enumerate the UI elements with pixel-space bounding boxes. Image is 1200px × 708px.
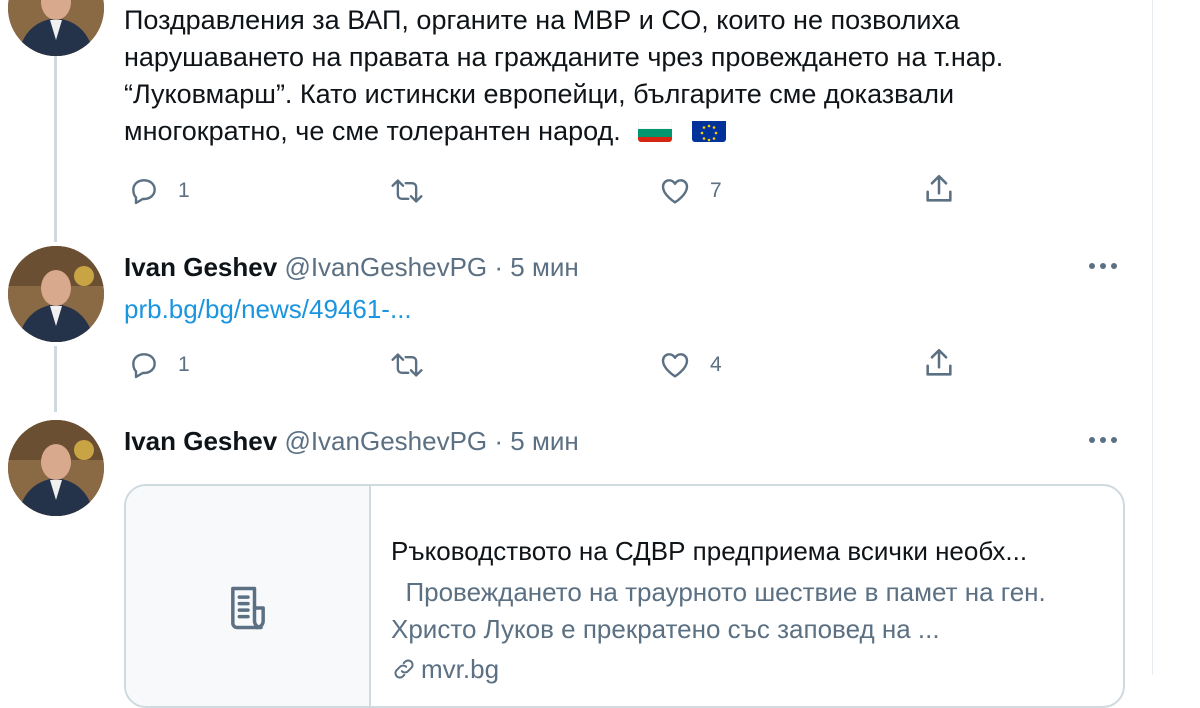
- card-thumbnail: [126, 486, 371, 706]
- reply-count: 1: [178, 179, 190, 202]
- tweet-text-line: “Луковмарш”. Като истински европейци, бъ…: [124, 79, 955, 109]
- share-icon: [926, 174, 952, 202]
- eu-flag-icon: [691, 118, 726, 142]
- card-title: Ръководството на СДВР предприема всички …: [391, 536, 1028, 566]
- avatar[interactable]: [8, 0, 104, 56]
- author-name[interactable]: Ivan Geshev: [124, 252, 277, 282]
- author-handle[interactable]: @IvanGeshevPG: [284, 426, 487, 456]
- reply-button[interactable]: 1: [128, 348, 190, 382]
- more-icon: [1089, 437, 1117, 443]
- author-name[interactable]: Ivan Geshev: [124, 426, 277, 456]
- like-count: 7: [710, 179, 722, 202]
- timeline-border: [1152, 0, 1153, 675]
- article-icon: [231, 586, 265, 630]
- tweet-text-line: нарушаването на правата на гражданите чр…: [124, 42, 1004, 72]
- tweet-time[interactable]: 5 мин: [510, 252, 578, 282]
- tweet-link[interactable]: prb.bg/bg/news/49461-...: [124, 292, 412, 326]
- link-icon: [394, 659, 414, 679]
- more-button[interactable]: [1086, 256, 1122, 276]
- card-description: Провеждането на траурното шествие в паме…: [391, 577, 1053, 644]
- tweet-text: Поздравления за ВАП, органите на МВР и С…: [124, 2, 1124, 150]
- retweet-icon: [391, 179, 423, 203]
- separator-dot: ·: [494, 426, 504, 456]
- reply-icon: [132, 179, 156, 205]
- retweet-icon: [391, 353, 423, 377]
- bulgarian-flag-icon: [638, 118, 673, 142]
- avatar[interactable]: [8, 246, 104, 342]
- like-icon: [661, 353, 689, 378]
- share-button[interactable]: [922, 172, 956, 206]
- thread-line: [54, 54, 57, 242]
- like-button[interactable]: 4: [658, 348, 722, 382]
- retweet-button[interactable]: [390, 174, 424, 208]
- like-count: 4: [710, 353, 722, 376]
- link-card[interactable]: Ръководството на СДВР предприема всички …: [124, 484, 1125, 708]
- reply-button[interactable]: 1: [128, 174, 190, 208]
- share-button[interactable]: [922, 346, 956, 380]
- tweet-header: Ivan Geshev @IvanGeshevPG · 5 мин: [124, 424, 579, 458]
- share-icon: [926, 348, 952, 376]
- avatar[interactable]: [8, 420, 104, 516]
- more-icon: [1089, 263, 1117, 269]
- tweet-time[interactable]: 5 мин: [510, 426, 578, 456]
- tweet-text-line: Поздравления за ВАП, органите на МВР и С…: [124, 5, 960, 35]
- card-domain: mvr.bg: [421, 654, 500, 684]
- thread-line: [54, 346, 57, 412]
- retweet-button[interactable]: [390, 348, 424, 382]
- card-domain-row: mvr.bg: [391, 652, 499, 686]
- author-handle[interactable]: @IvanGeshevPG: [284, 252, 487, 282]
- reply-icon: [132, 353, 156, 379]
- separator-dot: ·: [494, 252, 504, 282]
- tweet-text-line: многократно, че сме толерантен народ.: [124, 116, 621, 146]
- tweet-text-line-with-emoji: многократно, че сме толерантен народ.: [124, 113, 1124, 150]
- tweet-header: Ivan Geshev @IvanGeshevPG · 5 мин: [124, 250, 579, 284]
- like-button[interactable]: 7: [658, 174, 722, 208]
- more-button[interactable]: [1086, 430, 1122, 450]
- like-icon: [661, 179, 689, 204]
- reply-count: 1: [178, 353, 190, 376]
